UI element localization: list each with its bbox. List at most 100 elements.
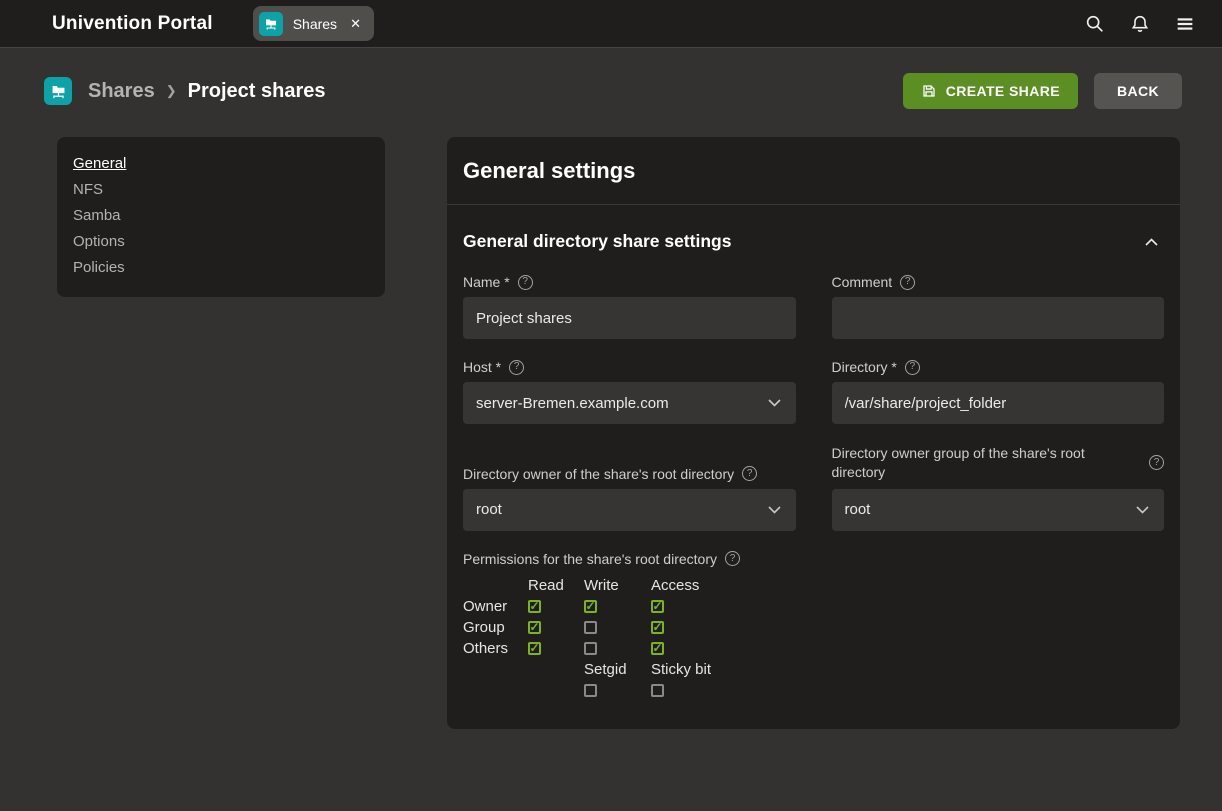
checkbox-group-read[interactable]: ✓ xyxy=(528,621,541,634)
sidebar-item-general[interactable]: General xyxy=(73,151,126,177)
host-select[interactable]: server-Bremen.example.com xyxy=(463,382,796,424)
directory-owner-group-select[interactable]: root xyxy=(832,489,1165,531)
sidebar-item-samba[interactable]: Samba xyxy=(73,203,121,229)
tab-close-icon[interactable]: ✕ xyxy=(350,16,361,32)
directory-owner-group-label: Directory owner group of the share's roo… xyxy=(832,444,1165,482)
comment-input[interactable] xyxy=(832,297,1165,339)
host-label: Host * ? xyxy=(463,359,796,375)
help-icon[interactable]: ? xyxy=(518,275,533,290)
checkbox-group-access[interactable]: ✓ xyxy=(651,621,664,634)
permissions-cell xyxy=(651,680,1164,701)
permissions-cell: ✓ xyxy=(528,617,584,638)
tab-shares[interactable]: Shares ✕ xyxy=(253,6,374,41)
directory-label: Directory * ? xyxy=(832,359,1165,375)
help-icon[interactable]: ? xyxy=(725,551,740,566)
sidebar-item-options[interactable]: Options xyxy=(73,229,125,255)
help-icon[interactable]: ? xyxy=(509,360,524,375)
directory-owner-select-value: root xyxy=(476,501,502,518)
create-share-label: CREATE SHARE xyxy=(946,83,1060,99)
permissions-column-write: Write xyxy=(584,575,651,596)
directory-owner-group-field-group: Directory owner group of the share's roo… xyxy=(832,444,1165,531)
checkbox-others-access[interactable]: ✓ xyxy=(651,642,664,655)
settings-nav: GeneralNFSSambaOptionsPolicies xyxy=(57,137,385,297)
sidebar-item-policies[interactable]: Policies xyxy=(73,255,125,281)
permissions-cell xyxy=(584,617,651,638)
checkbox-others-read[interactable]: ✓ xyxy=(528,642,541,655)
help-icon[interactable]: ? xyxy=(1149,455,1164,470)
permissions-cell: ✓ xyxy=(528,596,584,617)
general-settings-panel: General settings General directory share… xyxy=(447,137,1180,729)
shares-module-icon xyxy=(44,77,72,105)
app-title: Univention Portal xyxy=(52,13,213,35)
create-share-button[interactable]: CREATE SHARE xyxy=(903,73,1078,109)
breadcrumb-current: Project shares xyxy=(188,80,326,103)
name-input[interactable] xyxy=(463,297,796,339)
menu-icon[interactable] xyxy=(1173,12,1197,36)
permissions-grid: ReadWriteAccessOwner✓✓✓Group✓✓Others✓✓Se… xyxy=(463,575,1164,701)
checkbox-setgid[interactable] xyxy=(584,684,597,697)
breadcrumb-shares[interactable]: Shares xyxy=(88,80,155,103)
checkbox-others-write[interactable] xyxy=(584,642,597,655)
chevron-up-icon xyxy=(1145,238,1158,246)
permissions-cell xyxy=(528,680,584,701)
permissions-cell xyxy=(463,680,528,701)
permissions-cell xyxy=(528,659,584,680)
topbar: Univention Portal Shares ✕ xyxy=(0,0,1222,48)
share-form: Name * ? Comment ? Host * xyxy=(447,274,1180,729)
permissions-cell: ✓ xyxy=(528,638,584,659)
header-buttons: CREATE SHARE BACK xyxy=(903,73,1182,109)
directory-owner-group-select-value: root xyxy=(845,501,871,518)
checkbox-owner-access[interactable]: ✓ xyxy=(651,600,664,613)
directory-input[interactable] xyxy=(832,382,1165,424)
checkbox-group-write[interactable] xyxy=(584,621,597,634)
name-field-group: Name * ? xyxy=(463,274,796,339)
permissions-label: Permissions for the share's root directo… xyxy=(463,551,1164,567)
checkbox-sticky-bit[interactable] xyxy=(651,684,664,697)
chevron-down-icon xyxy=(768,399,781,407)
chevron-down-icon xyxy=(1136,506,1149,514)
permissions-cell xyxy=(584,680,651,701)
chevron-down-icon xyxy=(768,506,781,514)
section-general-directory-share-settings[interactable]: General directory share settings xyxy=(447,205,1180,274)
permissions-column-read: Read xyxy=(528,575,584,596)
permissions-cell: ✓ xyxy=(651,596,1164,617)
shares-module-icon xyxy=(259,12,283,36)
topbar-actions xyxy=(1083,12,1197,36)
comment-field-group: Comment ? xyxy=(832,274,1165,339)
help-icon[interactable]: ? xyxy=(905,360,920,375)
permissions-row-label-group: Group xyxy=(463,617,528,638)
permissions-cell: ✓ xyxy=(651,638,1164,659)
permissions-column-access: Access xyxy=(651,575,1164,596)
checkbox-owner-write[interactable]: ✓ xyxy=(584,600,597,613)
save-icon xyxy=(921,83,937,99)
breadcrumb-separator-icon: ❯ xyxy=(166,83,177,99)
directory-field-group: Directory * ? xyxy=(832,359,1165,424)
permissions-corner xyxy=(463,575,528,596)
help-icon[interactable]: ? xyxy=(900,275,915,290)
host-select-value: server-Bremen.example.com xyxy=(476,395,669,412)
comment-label: Comment ? xyxy=(832,274,1165,290)
permissions-row-label-others: Others xyxy=(463,638,528,659)
permissions-row-label-owner: Owner xyxy=(463,596,528,617)
help-icon[interactable]: ? xyxy=(742,466,757,481)
permissions-cell xyxy=(584,638,651,659)
content: GeneralNFSSambaOptionsPolicies General s… xyxy=(0,134,1222,729)
permissions-cell: ✓ xyxy=(584,596,651,617)
permissions-cell: ✓ xyxy=(651,617,1164,638)
search-icon[interactable] xyxy=(1083,12,1107,36)
name-label: Name * ? xyxy=(463,274,796,290)
section-title: General directory share settings xyxy=(463,231,731,252)
checkbox-owner-read[interactable]: ✓ xyxy=(528,600,541,613)
host-field-group: Host * ? server-Bremen.example.com xyxy=(463,359,796,424)
notifications-bell-icon[interactable] xyxy=(1128,12,1152,36)
directory-owner-field-group: Directory owner of the share's root dire… xyxy=(463,444,796,531)
module-header: Shares ❯ Project shares CREATE SHARE BAC… xyxy=(0,48,1222,134)
directory-owner-select[interactable]: root xyxy=(463,489,796,531)
permissions-cell xyxy=(463,659,528,680)
tab-label: Shares xyxy=(293,16,337,32)
permissions-extra-label-sticky-bit: Sticky bit xyxy=(651,659,1164,680)
permissions-extra-label-setgid: Setgid xyxy=(584,659,651,680)
page-title: General settings xyxy=(447,137,1180,205)
sidebar-item-nfs[interactable]: NFS xyxy=(73,177,103,203)
back-button[interactable]: BACK xyxy=(1094,73,1182,109)
